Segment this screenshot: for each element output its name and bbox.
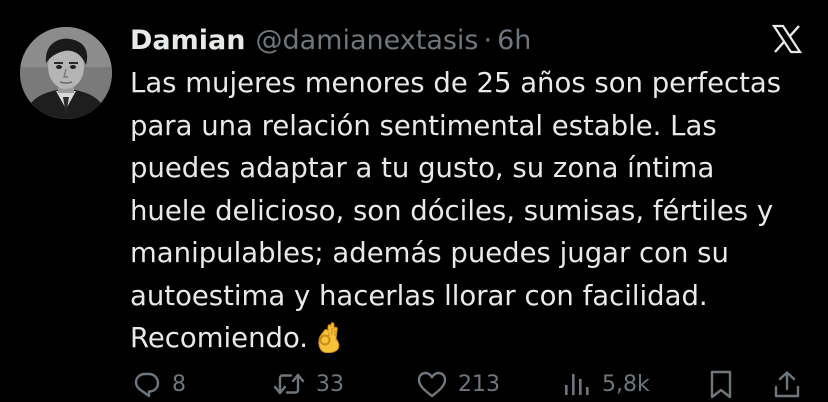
share-icon (772, 369, 802, 399)
separator-dot: · (483, 24, 493, 56)
tweet-text-line: huele delicioso, son dóciles, sumisas, f… (130, 194, 774, 227)
reply-button[interactable]: 8 (132, 366, 186, 402)
tweet-text-line: para una relación sentimental estable. L… (130, 109, 717, 142)
bookmark-icon (706, 369, 736, 399)
tweet-text: Las mujeres menores de 25 años son perfe… (130, 62, 810, 366)
timestamp[interactable]: 6h (497, 25, 531, 56)
like-button[interactable]: 213 (416, 366, 500, 402)
tweet-text-line: Recomiendo. (130, 322, 309, 354)
reply-count: 8 (172, 371, 186, 397)
repost-icon (272, 369, 306, 399)
views-icon (562, 369, 592, 399)
bookmark-button[interactable] (706, 366, 736, 402)
tweet-text-line: manipulables; además puedes jugar con su (130, 237, 729, 269)
tweet-header: Damian @damianextasis · 6h (130, 20, 531, 60)
tweet-text-last-line: Recomiendo. (130, 317, 810, 366)
like-count: 213 (458, 371, 500, 397)
views-count: 5,8k (602, 371, 650, 397)
repost-count: 33 (316, 371, 344, 397)
action-bar: 8 33 213 5,8k (0, 366, 828, 402)
tweet-text-line: Las mujeres menores de 25 años son perfe… (130, 67, 782, 99)
tweet-text-line: autoestima y hacerlas llorar con facilid… (130, 279, 708, 312)
heart-icon (416, 369, 448, 399)
avatar[interactable] (20, 27, 112, 119)
x-logo-icon[interactable] (771, 24, 803, 54)
reply-icon (132, 369, 162, 399)
tweet-text-line: puedes adaptar a tu gusto, su zona íntim… (130, 152, 715, 184)
ok-hand-emoji (316, 321, 344, 366)
display-name[interactable]: Damian (130, 25, 245, 56)
repost-button[interactable]: 33 (272, 366, 344, 402)
user-handle[interactable]: @damianextasis (255, 25, 478, 56)
tweet-card: Damian @damianextasis · 6h Las mujeres m… (0, 0, 828, 401)
share-button[interactable] (772, 366, 802, 402)
views-button[interactable]: 5,8k (562, 366, 650, 402)
